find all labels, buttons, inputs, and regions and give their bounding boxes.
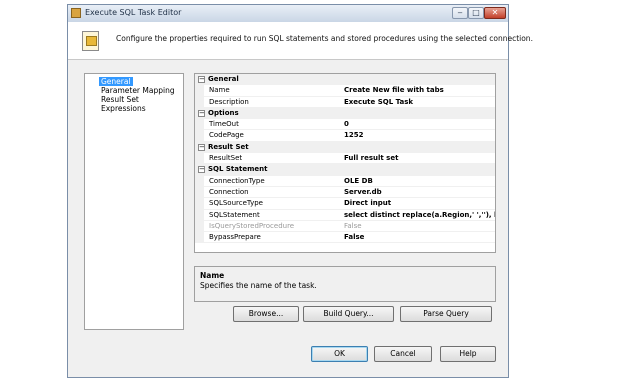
- window-title: Execute SQL Task Editor: [85, 8, 182, 17]
- collapse-icon[interactable]: −: [198, 143, 205, 151]
- collapse-icon[interactable]: −: [198, 109, 205, 117]
- minimize-button[interactable]: ‒: [452, 7, 468, 19]
- property-name: ResultSet: [209, 154, 243, 163]
- category-result-set[interactable]: − Result Set: [195, 141, 495, 154]
- description-title: Name: [200, 271, 225, 280]
- collapse-icon[interactable]: −: [198, 76, 205, 83]
- ok-button[interactable]: OK: [311, 346, 368, 362]
- close-button[interactable]: ✕: [484, 7, 506, 19]
- category-options[interactable]: − Options: [195, 107, 495, 120]
- property-value[interactable]: OLE DB: [344, 176, 373, 187]
- property-row-connection[interactable]: Connection Server.db: [195, 186, 495, 199]
- dialog-window: Execute SQL Task Editor ‒ □ ✕ Configure …: [67, 4, 533, 378]
- collapse-icon[interactable]: −: [198, 166, 205, 174]
- property-value[interactable]: Create New file with tabs: [344, 85, 444, 96]
- category-label: Result Set: [208, 142, 249, 151]
- header-description: Configure the properties required to run…: [116, 34, 533, 43]
- property-row-description[interactable]: Description Execute SQL Task: [195, 96, 495, 108]
- property-name: Connection: [209, 187, 249, 196]
- property-value[interactable]: 0: [344, 119, 349, 130]
- category-label: Options: [208, 108, 239, 117]
- property-row-bypassprepare[interactable]: BypassPrepare False: [195, 232, 495, 244]
- help-button[interactable]: Help: [440, 346, 496, 362]
- category-label: SQL Statement: [208, 165, 268, 174]
- property-name: BypassPrepare: [209, 233, 261, 242]
- property-row-codepage[interactable]: CodePage 1252: [195, 130, 495, 142]
- property-row-connectiontype[interactable]: ConnectionType OLE DB: [195, 175, 495, 187]
- cancel-button[interactable]: Cancel: [374, 346, 432, 362]
- maximize-button[interactable]: □: [468, 7, 484, 19]
- property-name: CodePage: [209, 131, 244, 140]
- title-bar[interactable]: Execute SQL Task Editor ‒ □ ✕: [68, 5, 508, 23]
- property-row-sqlsourcetype[interactable]: SQLSourceType Direct input: [195, 198, 495, 210]
- nav-item-general[interactable]: General: [99, 77, 133, 86]
- property-name: TimeOut: [209, 120, 239, 129]
- property-value[interactable]: Direct input: [344, 198, 391, 209]
- description-text: Specifies the name of the task.: [200, 281, 317, 290]
- category-label: General: [208, 75, 239, 83]
- property-grid: − General Name Create New file with tabs…: [194, 73, 496, 253]
- property-name: ConnectionType: [209, 176, 265, 185]
- property-value[interactable]: False: [344, 232, 364, 243]
- nav-item-expressions[interactable]: Expressions: [99, 104, 148, 113]
- property-name: Name: [209, 86, 230, 95]
- property-name: SQLSourceType: [209, 199, 263, 208]
- parse-query-button[interactable]: Parse Query: [400, 306, 492, 322]
- header-panel: Configure the properties required to run…: [68, 22, 533, 60]
- property-row-timeout[interactable]: TimeOut 0: [195, 119, 495, 131]
- property-value: False: [344, 221, 362, 230]
- property-value[interactable]: Execute SQL Task: [344, 97, 413, 108]
- property-value[interactable]: Full result set: [344, 153, 398, 164]
- property-row-sqlstatement[interactable]: SQLStatement select distinct replace(a.R…: [195, 209, 495, 221]
- property-name: IsQueryStoredProcedure: [209, 221, 295, 230]
- build-query-button[interactable]: Build Query...: [303, 306, 394, 322]
- property-row-isquerystoredprocedure: IsQueryStoredProcedure False: [195, 220, 495, 233]
- property-row-resultset[interactable]: ResultSet Full result set: [195, 153, 495, 165]
- category-sql-statement[interactable]: − SQL Statement: [195, 164, 495, 176]
- task-icon: [82, 31, 99, 51]
- page-navigation: General Parameter Mapping Result Set Exp…: [84, 73, 184, 330]
- browse-button[interactable]: Browse...: [233, 306, 299, 322]
- property-value[interactable]: Server.db: [344, 187, 382, 198]
- property-value[interactable]: select distinct replace(a.Region,' ','')…: [344, 210, 495, 221]
- property-name: SQLStatement: [209, 210, 260, 219]
- property-row-name[interactable]: Name Create New file with tabs: [195, 85, 495, 97]
- app-icon: [71, 8, 81, 18]
- property-value[interactable]: 1252: [344, 130, 363, 141]
- category-general[interactable]: − General: [195, 74, 495, 86]
- nav-item-result-set[interactable]: Result Set: [99, 95, 141, 104]
- nav-item-parameter-mapping[interactable]: Parameter Mapping: [99, 86, 177, 95]
- property-name: Description: [209, 97, 249, 106]
- property-description-panel: Name Specifies the name of the task.: [194, 266, 496, 302]
